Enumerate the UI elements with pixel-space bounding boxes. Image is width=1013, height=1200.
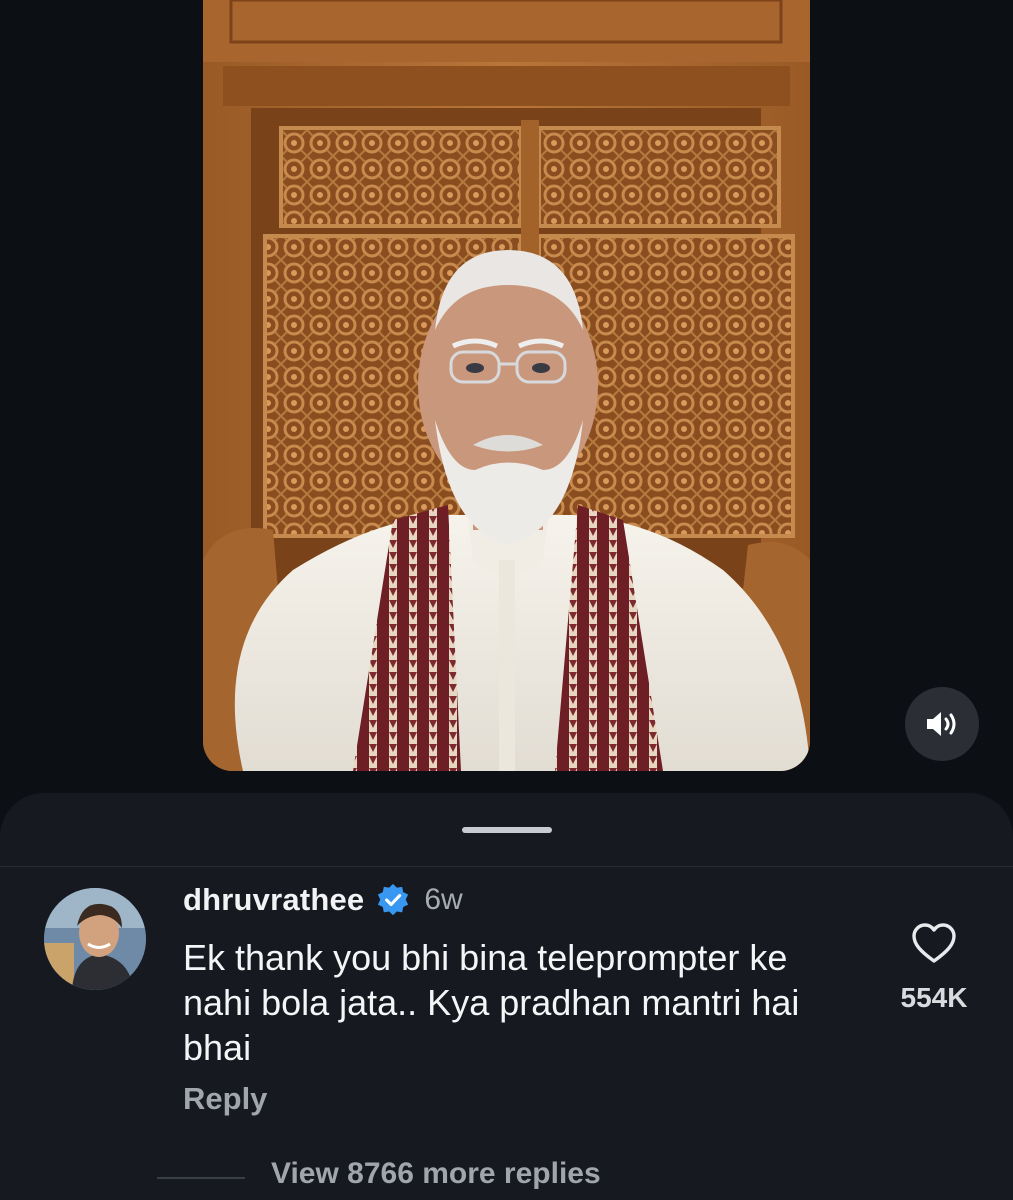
comment-text: Ek thank you bhi bina teleprompter ke na… xyxy=(183,937,800,1068)
comment-timestamp: 6w xyxy=(424,883,463,916)
reply-button[interactable]: Reply xyxy=(183,1081,267,1117)
replies-divider-line xyxy=(157,1177,245,1179)
video-frame-image xyxy=(203,0,810,771)
comment-header: dhruvrathee 6w xyxy=(183,878,463,922)
sheet-divider xyxy=(0,866,1013,867)
avatar-image xyxy=(44,888,146,990)
heart-icon xyxy=(912,923,956,963)
reel-comments-screen: dhruvrathee 6w Ek thank you bhi bina tel… xyxy=(0,0,1013,1200)
view-more-replies-button[interactable]: View 8766 more replies xyxy=(271,1157,601,1191)
sound-toggle-button[interactable] xyxy=(905,687,979,761)
speaker-icon xyxy=(927,712,956,736)
commenter-avatar[interactable] xyxy=(44,888,146,990)
like-count: 554K xyxy=(900,982,968,1013)
verified-badge-icon xyxy=(378,883,409,916)
like-comment-button[interactable] xyxy=(910,920,958,968)
video-player[interactable] xyxy=(203,0,810,771)
sheet-drag-handle[interactable] xyxy=(462,827,552,833)
comment-username[interactable]: dhruvrathee xyxy=(183,882,364,918)
